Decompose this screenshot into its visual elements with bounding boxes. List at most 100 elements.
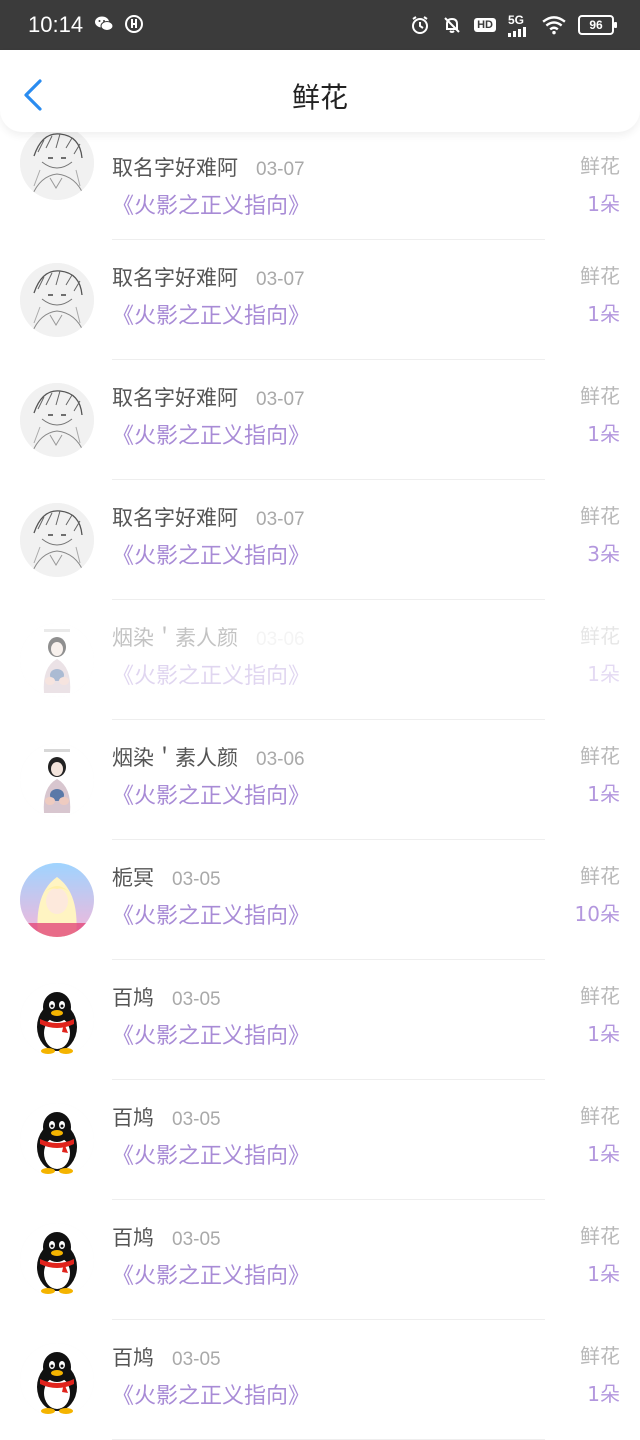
list-item[interactable]: 烟染＇素人颜 03-06 《火影之正义指向》 鲜花 1朵 (0, 720, 640, 840)
blonde-anime-avatar (20, 863, 94, 937)
list-item[interactable]: 百鸠 03-05 《火影之正义指向》 鲜花 1朵 (0, 1080, 640, 1200)
cell-signal-icon: 5G (508, 13, 530, 37)
user-name[interactable]: 百鸠 03-05 (112, 1102, 221, 1132)
avatar[interactable] (20, 983, 94, 1057)
user-name-text: 取名字好难阿 (112, 266, 238, 290)
app-notification-icon (125, 15, 143, 33)
gift-type: 鲜花 (580, 984, 620, 1008)
gift-count: 1朵 (587, 1142, 620, 1166)
gift-date: 03-06 (256, 749, 305, 770)
user-name-text: 取名字好难阿 (112, 386, 238, 410)
gift-type: 鲜花 (580, 1344, 620, 1368)
page-title: 鲜花 (291, 81, 348, 114)
status-bar: 10:14 HD 5G 96 (0, 0, 640, 50)
gift-date: 03-05 (172, 1349, 221, 1370)
gift-count: 1朵 (587, 302, 620, 326)
list-item[interactable]: 百鸠 03-05 《火影之正义指向》 鲜花 1朵 (0, 960, 640, 1080)
user-name[interactable]: 栀冥 03-05 (112, 862, 221, 892)
gift-count: 1朵 (587, 782, 620, 806)
user-name[interactable]: 百鸠 03-05 (112, 1342, 221, 1372)
penguin-avatar (20, 1343, 94, 1417)
list-item[interactable]: 取名字好难阿 03-07 《火影之正义指向》 鲜花 3朵 (0, 480, 640, 600)
user-name-text: 烟染＇素人颜 (112, 626, 238, 650)
gift-type: 鲜花 (580, 1104, 620, 1128)
alarm-icon (412, 16, 429, 34)
status-right-icons: HD 5G 96 (410, 13, 617, 37)
gift-count: 3朵 (587, 542, 620, 566)
penguin-avatar (20, 1103, 94, 1177)
user-name[interactable]: 取名字好难阿 03-07 (112, 152, 305, 182)
gift-count: 1朵 (587, 1382, 620, 1406)
book-title-link[interactable]: 《火影之正义指向》 (112, 298, 310, 330)
user-name[interactable]: 取名字好难阿 03-07 (112, 382, 305, 412)
book-title-link[interactable]: 《火影之正义指向》 (112, 778, 310, 810)
sketch-anime-avatar (20, 503, 94, 577)
avatar[interactable] (20, 126, 94, 200)
user-name[interactable]: 百鸠 03-05 (112, 1222, 221, 1252)
book-title-link[interactable]: 《火影之正义指向》 (112, 1378, 310, 1410)
gift-type: 鲜花 (580, 264, 620, 288)
book-title-link[interactable]: 《火影之正义指向》 (112, 1138, 310, 1170)
list-item[interactable]: 取名字好难阿 03-07 《火影之正义指向》 鲜花 1朵 (0, 240, 640, 360)
top-nav-bar: 鲜花 (0, 50, 640, 132)
user-name[interactable]: 百鸠 03-05 (112, 982, 221, 1012)
user-name-text: 百鸠 (112, 1346, 154, 1370)
status-time: 10:14 (28, 12, 84, 37)
avatar[interactable] (20, 743, 94, 817)
book-title-link[interactable]: 《火影之正义指向》 (112, 538, 310, 570)
hd-icon: HD (474, 18, 496, 32)
gift-type: 鲜花 (580, 624, 620, 648)
list-item[interactable]: 烟染＇素人颜 03-06 《火影之正义指向》 鲜花 1朵 (0, 600, 640, 720)
user-name[interactable]: 烟染＇素人颜 03-06 (112, 742, 305, 772)
book-title-link[interactable]: 《火影之正义指向》 (112, 898, 310, 930)
user-name[interactable]: 取名字好难阿 03-07 (112, 502, 305, 532)
status-left-icons (94, 14, 144, 34)
list-item[interactable]: 百鸠 03-05 《火影之正义指向》 鲜花 1朵 (0, 1200, 640, 1320)
gift-date: 03-05 (172, 869, 221, 890)
user-name[interactable]: 烟染＇素人颜 03-06 (112, 622, 305, 652)
gift-date: 03-05 (172, 1109, 221, 1130)
avatar[interactable] (20, 1343, 94, 1417)
avatar[interactable] (20, 383, 94, 457)
sketch-anime-avatar (20, 263, 94, 337)
penguin-avatar (20, 983, 94, 1057)
gift-date: 03-07 (256, 389, 305, 410)
avatar[interactable] (20, 263, 94, 337)
avatar[interactable] (20, 863, 94, 937)
avatar[interactable] (20, 1103, 94, 1177)
avatar[interactable] (20, 623, 94, 697)
list-item[interactable]: 百鸠 03-05 《火影之正义指向》 鲜花 1朵 (0, 1320, 640, 1440)
list-item[interactable]: 栀冥 03-05 《火影之正义指向》 鲜花 10朵 (0, 840, 640, 960)
penguin-avatar (20, 1223, 94, 1297)
book-title-link[interactable]: 《火影之正义指向》 (112, 188, 310, 220)
avatar[interactable] (20, 1223, 94, 1297)
sketch-anime-avatar (20, 126, 94, 200)
flower-record-list[interactable]: 取名字好难阿 03-07 《火影之正义指向》 鲜花 1朵 取名字好难阿 03-07 《火影之正… (0, 126, 640, 1440)
book-title-link[interactable]: 《火影之正义指向》 (112, 658, 310, 690)
gift-count: 1朵 (587, 192, 620, 216)
gift-type: 鲜花 (580, 154, 620, 178)
gift-count: 1朵 (587, 1262, 620, 1286)
avatar[interactable] (20, 503, 94, 577)
user-name-text: 取名字好难阿 (112, 506, 238, 530)
gift-count: 10朵 (574, 902, 620, 926)
user-name-text: 烟染＇素人颜 (112, 746, 238, 770)
gift-type: 鲜花 (580, 504, 620, 528)
user-name-text: 百鸠 (112, 986, 154, 1010)
gift-date: 03-07 (256, 269, 305, 290)
gift-count: 1朵 (587, 662, 620, 686)
user-name[interactable]: 取名字好难阿 03-07 (112, 262, 305, 292)
sketch-anime-avatar (20, 383, 94, 457)
mute-bell-icon (444, 17, 460, 33)
wifi-icon (542, 16, 566, 35)
gift-date: 03-05 (172, 1229, 221, 1250)
gift-type: 鲜花 (580, 744, 620, 768)
list-item[interactable]: 取名字好难阿 03-07 《火影之正义指向》 鲜花 1朵 (0, 360, 640, 480)
gift-date: 03-05 (172, 989, 221, 1010)
book-title-link[interactable]: 《火影之正义指向》 (112, 418, 310, 450)
figure-avatar (20, 623, 94, 697)
book-title-link[interactable]: 《火影之正义指向》 (112, 1018, 310, 1050)
book-title-link[interactable]: 《火影之正义指向》 (112, 1258, 310, 1290)
list-item[interactable]: 取名字好难阿 03-07 《火影之正义指向》 鲜花 1朵 (0, 126, 640, 240)
wechat-icon (95, 16, 114, 31)
